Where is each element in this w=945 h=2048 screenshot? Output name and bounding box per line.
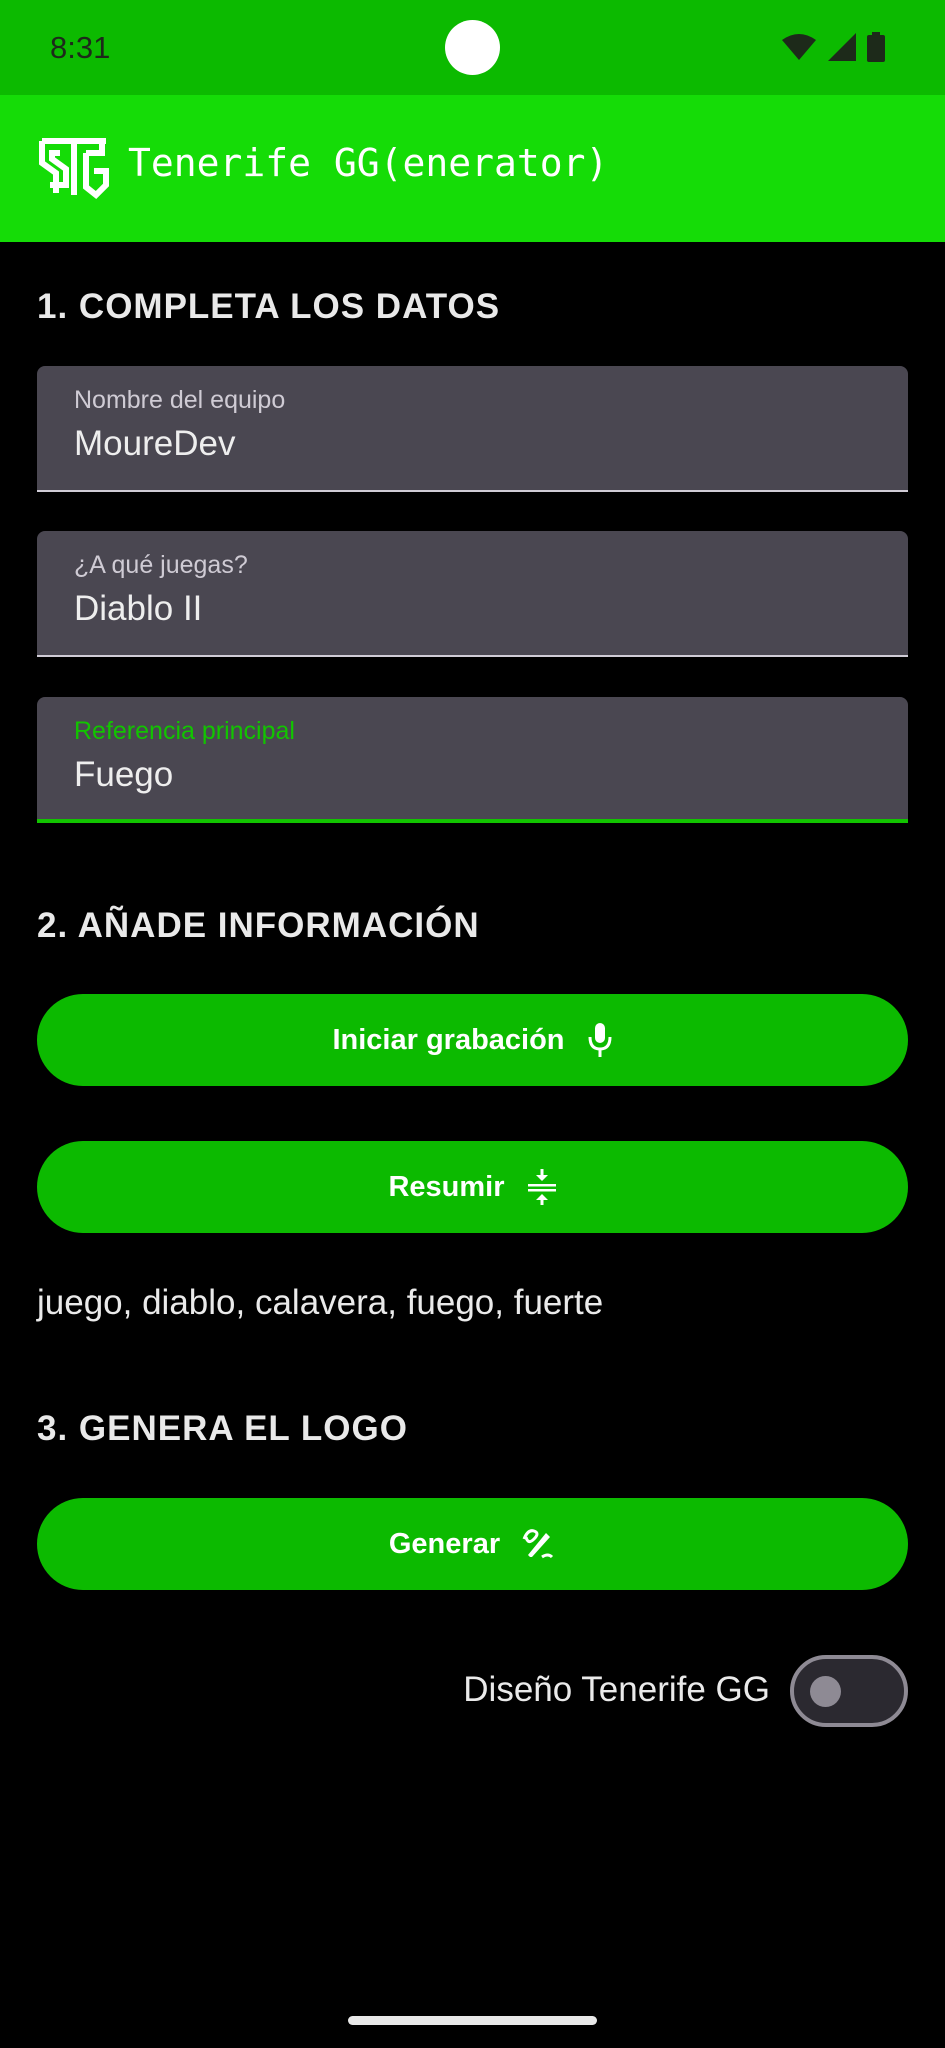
camera-cutout <box>445 20 500 75</box>
generate-button[interactable]: Generar <box>37 1498 908 1590</box>
summarize-button[interactable]: Resumir <box>37 1141 908 1233</box>
main-reference-field[interactable]: Referencia principal Fuego <box>37 697 908 823</box>
design-switch-label: Diseño Tenerife GG <box>463 1670 770 1709</box>
game-field[interactable]: ¿A qué juegas? Diablo II <box>37 531 908 657</box>
main-reference-value[interactable]: Fuego <box>74 755 173 795</box>
summarize-label: Resumir <box>388 1170 505 1203</box>
status-time: 8:31 <box>50 30 111 65</box>
wifi-icon <box>781 33 817 66</box>
app-bar: Tenerife GG(enerator) <box>0 95 945 242</box>
status-bar: 8:31 <box>0 0 945 95</box>
home-indicator[interactable] <box>348 2016 597 2025</box>
section-3-title: 3. GENERA EL LOGO <box>37 1409 408 1448</box>
signal-icon <box>827 32 857 67</box>
design-toggle-switch[interactable] <box>790 1655 908 1727</box>
battery-icon <box>867 31 885 67</box>
section-1-title: 1. COMPLETA LOS DATOS <box>37 287 501 326</box>
draw-icon <box>522 1527 556 1561</box>
start-recording-button[interactable]: Iniciar grabación <box>37 994 908 1086</box>
mic-icon <box>587 1022 613 1058</box>
app-title: Tenerife GG(enerator) <box>128 141 609 185</box>
compress-icon <box>527 1169 557 1205</box>
team-name-label: Nombre del equipo <box>74 386 286 414</box>
game-value[interactable]: Diablo II <box>74 589 202 629</box>
team-name-value[interactable]: MoureDev <box>74 424 235 464</box>
status-icons <box>781 31 885 67</box>
start-recording-label: Iniciar grabación <box>332 1023 565 1056</box>
game-label: ¿A qué juegas? <box>74 551 248 579</box>
keywords-text: juego, diablo, calavera, fuego, fuerte <box>37 1283 604 1322</box>
switch-thumb <box>810 1676 841 1707</box>
team-name-field[interactable]: Nombre del equipo MoureDev <box>37 366 908 492</box>
generate-label: Generar <box>388 1527 501 1560</box>
section-2-title: 2. AÑADE INFORMACIÓN <box>37 906 480 945</box>
main-reference-label: Referencia principal <box>74 717 295 745</box>
tgg-logo-icon <box>38 133 110 201</box>
